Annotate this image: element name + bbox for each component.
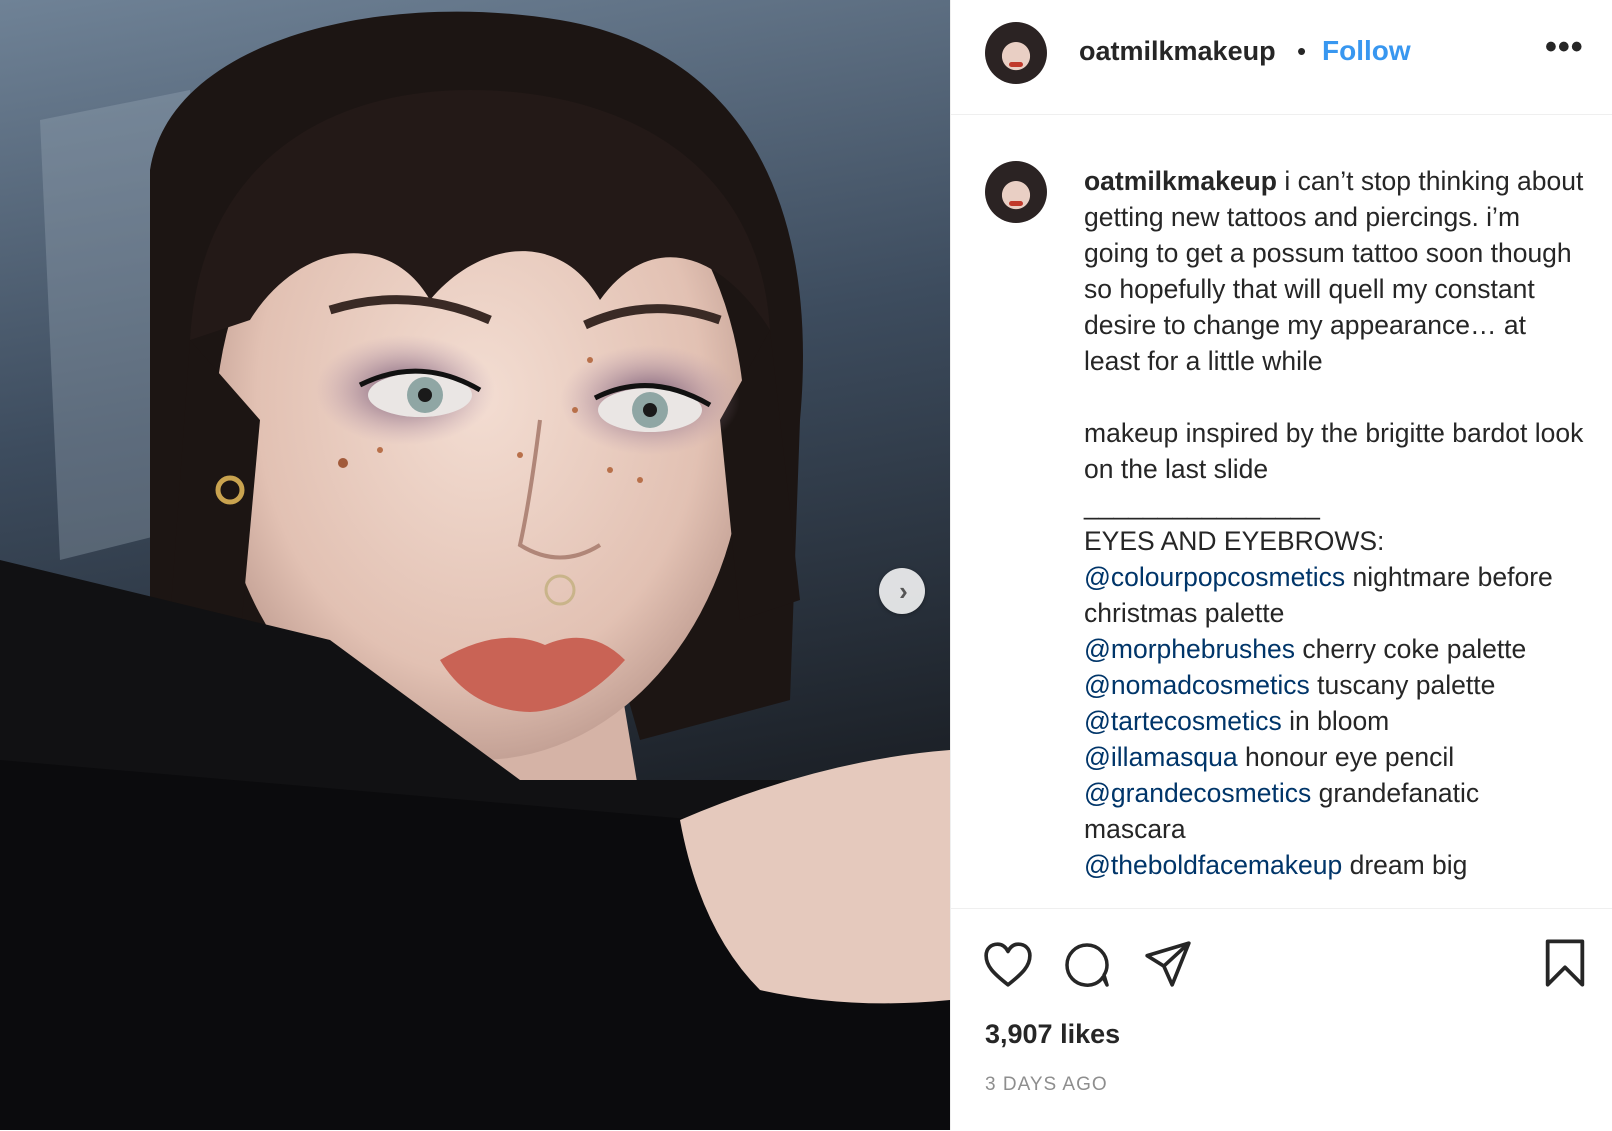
heart-icon[interactable]: [983, 941, 1033, 989]
comments-area[interactable]: oatmilkmakeup i can’t stop thinking abou…: [951, 115, 1612, 907]
author-username[interactable]: oatmilkmakeup: [1079, 36, 1276, 67]
next-slide-button[interactable]: ›: [879, 568, 925, 614]
mention-link[interactable]: @illamasqua: [1084, 742, 1238, 772]
separator-dot: •: [1297, 36, 1307, 66]
caption-username[interactable]: oatmilkmakeup: [1084, 166, 1277, 196]
share-icon[interactable]: [1143, 939, 1193, 989]
portrait-illustration: [0, 11, 950, 1130]
mention-link[interactable]: @tartecosmetics: [1084, 706, 1282, 736]
post-photo: ›: [0, 0, 950, 1130]
product-text: dream big: [1342, 850, 1468, 880]
post-side-panel: oatmilkmakeup • Follow ••• oatmilkmakeup…: [950, 0, 1612, 1130]
section-heading: EYES AND EYEBROWS:: [1084, 526, 1385, 556]
mention-link[interactable]: @grandecosmetics: [1084, 778, 1311, 808]
product-text: honour eye pencil: [1237, 742, 1455, 772]
product-line: @tartecosmetics in bloom: [1084, 703, 1584, 739]
mention-link[interactable]: @colourpopcosmetics: [1084, 562, 1345, 592]
comment-icon[interactable]: [1063, 941, 1111, 989]
follow-button[interactable]: Follow: [1322, 35, 1411, 67]
product-line: @morphebrushes cherry coke palette: [1084, 631, 1584, 667]
product-text: cherry coke palette: [1295, 634, 1527, 664]
caption-avatar[interactable]: [985, 161, 1047, 223]
avatar[interactable]: [985, 22, 1047, 84]
product-line: @illamasqua honour eye pencil: [1084, 739, 1584, 775]
mention-link[interactable]: @morphebrushes: [1084, 634, 1295, 664]
action-bar: 3,907 likes 3 DAYS AGO: [951, 908, 1612, 1131]
product-line: @grandecosmetics grandefanatic mascara: [1084, 775, 1584, 847]
product-line: @nomadcosmetics tuscany palette: [1084, 667, 1584, 703]
more-options-icon[interactable]: •••: [1545, 28, 1584, 67]
mention-link[interactable]: @nomadcosmetics: [1084, 670, 1310, 700]
caption-text: i can’t stop thinking about getting new …: [1084, 166, 1584, 376]
likes-count[interactable]: 3,907 likes: [985, 1019, 1120, 1050]
post-caption: oatmilkmakeup i can’t stop thinking abou…: [1084, 163, 1584, 883]
product-line: @theboldfacemakeup dream big: [1084, 847, 1584, 883]
post-timestamp[interactable]: 3 DAYS AGO: [985, 1074, 1108, 1096]
caption-text-2: makeup inspired by the brigitte bardot l…: [1084, 418, 1584, 484]
chevron-right-icon: ›: [899, 576, 908, 606]
product-text: tuscany palette: [1309, 670, 1496, 700]
product-text: in bloom: [1281, 706, 1390, 736]
mention-link[interactable]: @theboldfacemakeup: [1084, 850, 1342, 880]
caption-divider: ________________: [1084, 490, 1320, 520]
bookmark-icon[interactable]: [1543, 937, 1587, 989]
post-header: oatmilkmakeup • Follow •••: [951, 0, 1612, 115]
product-line: @colourpopcosmetics nightmare before chr…: [1084, 559, 1584, 631]
